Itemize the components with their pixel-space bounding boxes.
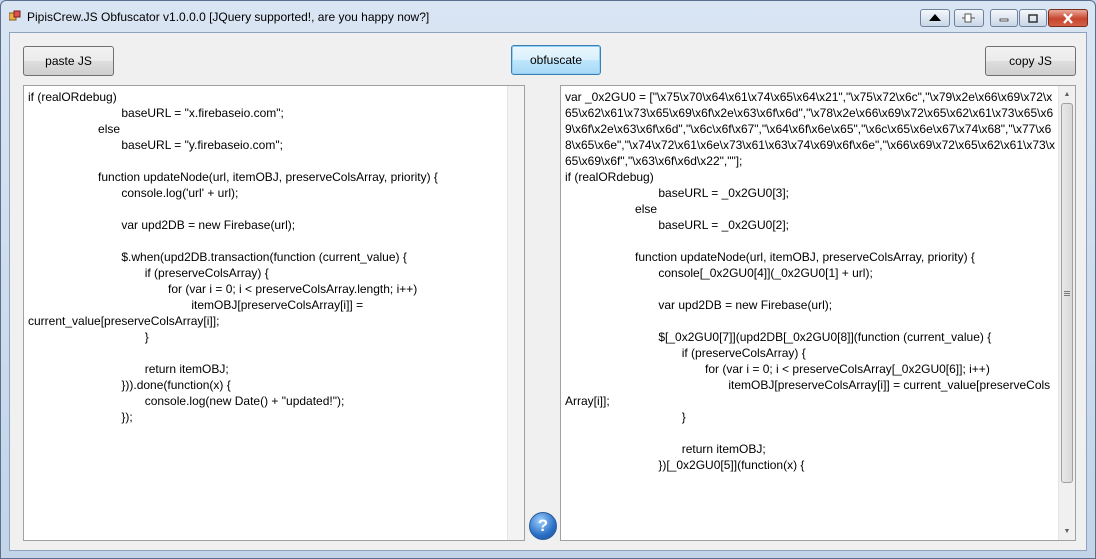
window-title: PipisCrew.JS Obfuscator v1.0.0.0 [JQuery…	[27, 10, 430, 24]
grip-icon	[1064, 290, 1070, 296]
caption-pin-button[interactable]	[954, 9, 984, 27]
scroll-down-arrow-icon[interactable]: ▼	[1059, 523, 1075, 540]
maximize-button[interactable]	[1019, 9, 1047, 27]
output-scrollbar[interactable]: ▲ ▼	[1058, 86, 1075, 540]
pin-icon	[962, 13, 975, 23]
output-editor[interactable]: var _0x2GU0 = ["\x75\x70\x64\x61\x74\x65…	[560, 85, 1076, 541]
input-editor[interactable]: if (realORdebug) baseURL = "x.firebaseio…	[23, 85, 525, 541]
output-code-text[interactable]: var _0x2GU0 = ["\x75\x70\x64\x61\x74\x65…	[565, 89, 1055, 540]
minimize-button[interactable]	[990, 9, 1018, 27]
input-code-text[interactable]: if (realORdebug) baseURL = "x.firebaseio…	[28, 89, 504, 540]
scrollbar-thumb[interactable]	[1061, 103, 1073, 483]
scroll-up-arrow-icon[interactable]: ▲	[1059, 86, 1075, 103]
copy-js-button[interactable]: copy JS	[985, 46, 1076, 76]
app-window: PipisCrew.JS Obfuscator v1.0.0.0 [JQuery…	[0, 0, 1096, 559]
obfuscate-button[interactable]: obfuscate	[511, 45, 601, 75]
minimize-icon	[999, 18, 1009, 22]
title-bar[interactable]: PipisCrew.JS Obfuscator v1.0.0.0 [JQuery…	[1, 1, 1095, 31]
input-scrollbar[interactable]	[507, 86, 524, 540]
app-icon	[9, 10, 21, 21]
help-icon: ?	[537, 516, 549, 535]
maximize-icon	[1028, 13, 1038, 23]
close-button[interactable]	[1048, 9, 1088, 27]
caption-up-button[interactable]	[920, 9, 950, 27]
paste-js-button[interactable]: paste JS	[23, 46, 114, 76]
close-icon	[1063, 12, 1073, 24]
client-area: paste JS obfuscate copy JS if (realORdeb…	[9, 32, 1087, 551]
triangle-up-icon	[929, 14, 941, 21]
help-button[interactable]: ?	[529, 512, 557, 540]
